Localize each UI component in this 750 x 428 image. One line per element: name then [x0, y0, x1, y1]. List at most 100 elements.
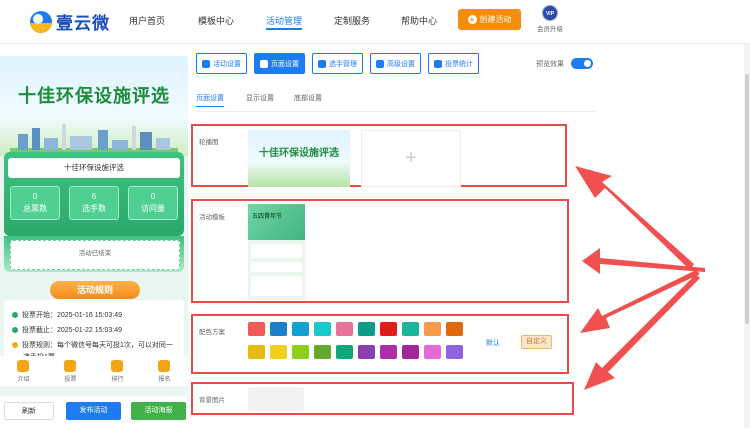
tab-vote-statistics[interactable]: 投票统计 — [428, 53, 479, 74]
intro-icon — [17, 360, 30, 372]
color-swatch[interactable] — [446, 345, 463, 359]
vip-upgrade-label: 会员升级 — [537, 26, 563, 33]
rule-text: 投票规则：每个微信号每天可投1次，可以对同一 — [22, 342, 173, 349]
activity-template-thumbnail[interactable]: 五四青年节 — [248, 204, 305, 300]
color-swatch[interactable] — [380, 345, 397, 359]
default-color-option[interactable]: 默认 — [486, 338, 500, 348]
mobile-preview: 十佳环保设施评选 十佳环保设施评选 0 总票数 6 选手数 0 访问量 活动已结… — [0, 56, 188, 428]
stat-contestants: 6 选手数 — [69, 186, 119, 220]
tab-label: 报名 — [158, 377, 171, 383]
nav-item-home[interactable]: 用户首页 — [129, 14, 165, 27]
arrow-to-background — [584, 274, 700, 390]
vote-icon — [64, 360, 77, 372]
logo-icon — [30, 10, 52, 33]
color-swatch[interactable] — [314, 345, 331, 359]
activity-summary-card: 十佳环保设施评选 0 总票数 6 选手数 0 访问量 — [4, 152, 184, 236]
subtab-page-settings[interactable]: 页面设置 — [196, 93, 224, 107]
tab-label: 排行 — [111, 377, 124, 383]
preview-action-bar: 刷新 发布活动 活动海报 — [0, 396, 188, 428]
tab-intro[interactable]: 介绍 — [17, 360, 30, 383]
rule-text: 投票截止：2025-01-22 15:03:49 — [22, 327, 122, 334]
app-name: 壹云微 — [56, 14, 110, 33]
color-swatch[interactable] — [358, 322, 375, 336]
color-swatch[interactable] — [358, 345, 375, 359]
tab-contestant-management[interactable]: 选手管理 — [312, 53, 363, 74]
tab-ranking[interactable]: 排行 — [111, 360, 124, 383]
tab-signup[interactable]: 报名 — [158, 360, 171, 383]
gear-icon — [260, 59, 268, 68]
stat-label: 访问量 — [141, 204, 165, 213]
custom-color-button[interactable]: 自定义 — [521, 335, 552, 349]
color-swatch[interactable] — [402, 345, 419, 359]
color-swatch[interactable] — [446, 322, 463, 336]
color-swatch[interactable] — [248, 322, 265, 336]
color-swatch[interactable] — [336, 345, 353, 359]
preview-hero-banner: 十佳环保设施评选 — [0, 56, 188, 156]
color-swatch[interactable] — [248, 345, 265, 359]
chart-icon — [434, 59, 442, 68]
activity-poster-button[interactable]: 活动海报 — [131, 402, 186, 420]
app-logo[interactable]: 壹云微 — [30, 9, 110, 34]
tab-label: 介绍 — [17, 377, 30, 383]
stat-total-votes: 0 总票数 — [10, 186, 60, 220]
color-swatch[interactable] — [270, 345, 287, 359]
add-carousel-image-button[interactable]: + — [361, 130, 461, 187]
tab-vote[interactable]: 投票 — [64, 360, 77, 383]
tab-page-settings[interactable]: 页面设置 — [254, 53, 305, 74]
template-card — [251, 244, 302, 258]
publish-activity-button[interactable]: 发布活动 — [66, 402, 121, 420]
carousel-image[interactable]: 十佳环保设施评选 — [248, 130, 350, 187]
users-icon — [318, 59, 326, 68]
nav-item-activity-management[interactable]: 活动管理 — [266, 14, 303, 30]
activity-title: 十佳环保设施评选 — [8, 158, 180, 178]
vip-badge-icon: VIP — [542, 5, 558, 21]
subtab-display-settings[interactable]: 显示设置 — [246, 93, 274, 103]
nav-item-templates[interactable]: 模板中心 — [198, 14, 234, 27]
rule-start: 投票开始：2025-01-16 15:03:49 — [12, 310, 122, 320]
template-hero — [248, 204, 305, 240]
preview-effect-toggle[interactable] — [571, 58, 593, 69]
tab-label: 高级设置 — [387, 60, 415, 68]
refresh-button[interactable]: 刷新 — [4, 402, 54, 420]
tab-activity-settings[interactable]: 活动设置 — [196, 53, 247, 74]
activity-ended-notice: 活动已结束 — [10, 240, 180, 270]
subtab-footer-settings[interactable]: 底部设置 — [294, 93, 322, 103]
stat-value: 0 — [150, 192, 156, 201]
template-card — [251, 276, 302, 296]
nav-item-help[interactable]: 帮助中心 — [401, 14, 437, 27]
carousel-label: 轮播图 — [199, 139, 219, 146]
background-image-label: 背景图片 — [199, 397, 225, 404]
stat-value: 0 — [32, 192, 38, 201]
color-swatch[interactable] — [402, 322, 419, 336]
color-swatch[interactable] — [336, 322, 353, 336]
bullet-icon — [12, 342, 18, 349]
tab-label: 选手管理 — [329, 60, 357, 68]
plus-icon: + — [467, 15, 477, 24]
color-swatch[interactable] — [424, 345, 441, 359]
background-image-section: 背景图片 — [191, 382, 574, 415]
template-hero-text: 五四青年节 — [252, 214, 283, 220]
background-image-upload[interactable] — [248, 387, 304, 411]
color-swatch[interactable] — [424, 322, 441, 336]
color-swatch[interactable] — [380, 322, 397, 336]
color-scheme-section: 配色方案 默认 自定义 — [191, 314, 569, 374]
color-swatch[interactable] — [292, 345, 309, 359]
tab-advanced-settings[interactable]: 高级设置 — [370, 53, 421, 74]
annotation-arrows — [575, 166, 705, 390]
carousel-section: 轮播图 十佳环保设施评选 + — [191, 124, 567, 187]
create-activity-button[interactable]: + 创建活动 — [458, 9, 521, 30]
nav-item-custom-service[interactable]: 定制服务 — [334, 14, 370, 27]
tab-label: 投票统计 — [445, 60, 473, 68]
page-scrollbar[interactable] — [744, 44, 750, 428]
vip-upgrade[interactable]: VIP 会员升级 — [535, 5, 565, 33]
top-navigation-bar: 壹云微 用户首页 模板中心 活动管理 定制服务 帮助中心 + 创建活动 VIP … — [0, 0, 750, 44]
color-swatch[interactable] — [314, 322, 331, 336]
tab-label: 页面设置 — [271, 60, 299, 68]
color-swatch[interactable] — [270, 322, 287, 336]
city-skyline-illustration — [10, 124, 178, 156]
template-label: 活动模板 — [199, 214, 225, 221]
rule-voting: 投票规则：每个微信号每天可投1次，可以对同一 — [12, 340, 173, 350]
rules-box: 投票开始：2025-01-16 15:03:49 投票截止：2025-01-22… — [4, 300, 184, 362]
bullet-icon — [12, 327, 18, 334]
color-swatch[interactable] — [292, 322, 309, 336]
